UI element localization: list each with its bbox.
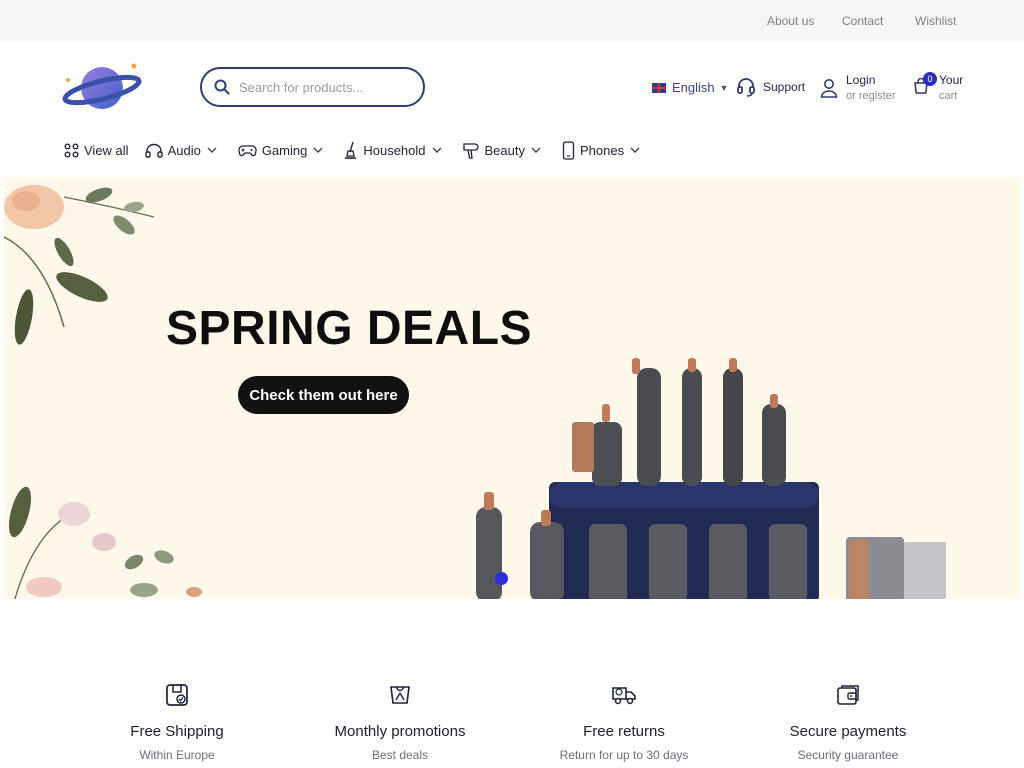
nav-label: View all	[84, 142, 129, 158]
feature-subtitle: Best deals	[371, 748, 429, 762]
cart-label-line1: Your	[939, 73, 964, 87]
chevron-down-icon	[630, 147, 640, 153]
feature-free-returns: Free returns Return for up to 30 days	[514, 683, 734, 762]
cart-count-badge: 0	[923, 72, 937, 86]
phone-icon	[562, 140, 575, 160]
wallet-icon	[837, 685, 859, 705]
nav-label: Phones	[579, 142, 625, 158]
package-icon	[166, 684, 188, 706]
nav-label: Audio	[167, 142, 201, 158]
nav-item-household[interactable]: Household	[344, 141, 446, 160]
chevron-down-icon: ▼	[719, 82, 729, 93]
hero-cta-button[interactable]: Check them out here	[238, 376, 409, 414]
wishlist-link[interactable]: Wishlist	[915, 14, 956, 28]
uk-flag-icon	[652, 82, 666, 93]
search-bar[interactable]	[200, 67, 425, 107]
chevron-down-icon	[313, 147, 323, 153]
feature-subtitle: Within Europe	[139, 748, 215, 762]
hairdryer-icon	[462, 142, 479, 159]
nav-item-phones[interactable]: Phones	[562, 140, 645, 160]
feature-subtitle: Return for up to 30 days	[559, 748, 689, 762]
site-logo[interactable]	[62, 60, 144, 118]
search-input[interactable]	[239, 79, 409, 95]
nav-label: Beauty	[484, 142, 525, 158]
support-link[interactable]: Support	[736, 77, 805, 97]
user-icon	[820, 79, 838, 98]
feature-secure-payments: Secure payments Security guarantee	[738, 683, 958, 762]
cart-label-line2: cart	[939, 90, 958, 102]
chevron-down-icon	[432, 147, 441, 153]
nav-item-view-all[interactable]: View all	[64, 143, 129, 158]
feature-title: Secure payments	[789, 723, 907, 740]
hair-styler-product-image	[476, 358, 946, 599]
floral-decoration-bottom	[9, 486, 202, 599]
contact-link[interactable]: Contact	[842, 14, 883, 28]
feature-title: Free Shipping	[130, 723, 224, 740]
support-label: Support	[763, 80, 806, 94]
nav-item-audio[interactable]: Audio	[144, 142, 222, 158]
feature-subtitle: Security guarantee	[797, 748, 899, 762]
chevron-down-icon	[531, 147, 541, 153]
gift-icon	[390, 686, 410, 704]
truck-icon	[612, 687, 636, 705]
grid-icon	[64, 143, 79, 157]
gamepad-icon	[238, 144, 257, 156]
register-label[interactable]: or register	[846, 88, 896, 104]
vacuum-icon	[345, 141, 357, 159]
about-us-link[interactable]: About us	[767, 14, 814, 28]
chevron-down-icon	[207, 147, 217, 153]
login-link[interactable]: Login or register	[820, 72, 896, 104]
hero-banner: SPRING DEALS Check them out here	[4, 177, 1020, 599]
nav-item-gaming[interactable]: Gaming	[238, 143, 329, 158]
headphones-icon	[144, 143, 163, 158]
login-label: Login	[846, 73, 876, 87]
nav-label: Gaming	[261, 142, 308, 158]
feature-title: Monthly promotions	[334, 723, 466, 740]
hero-title: SPRING DEALS	[166, 302, 533, 355]
top-utility-bar: About us Contact Wishlist	[0, 0, 1024, 42]
feature-monthly-promotions: Monthly promotions Best deals	[290, 683, 510, 762]
headset-icon	[737, 78, 755, 97]
nav-label: Household	[363, 142, 426, 158]
cart-link[interactable]: 0 Your cart	[912, 72, 963, 104]
nav-item-beauty[interactable]: Beauty	[462, 142, 546, 159]
carousel-dot-active[interactable]	[495, 572, 508, 585]
category-nav: View all Audio Gaming Household Beauty P…	[64, 140, 661, 160]
language-selector[interactable]: English ▼	[652, 80, 729, 95]
feature-title: Free returns	[583, 723, 665, 740]
feature-free-shipping: Free Shipping Within Europe	[67, 683, 287, 762]
language-label: English	[672, 80, 715, 95]
search-icon	[214, 79, 230, 95]
